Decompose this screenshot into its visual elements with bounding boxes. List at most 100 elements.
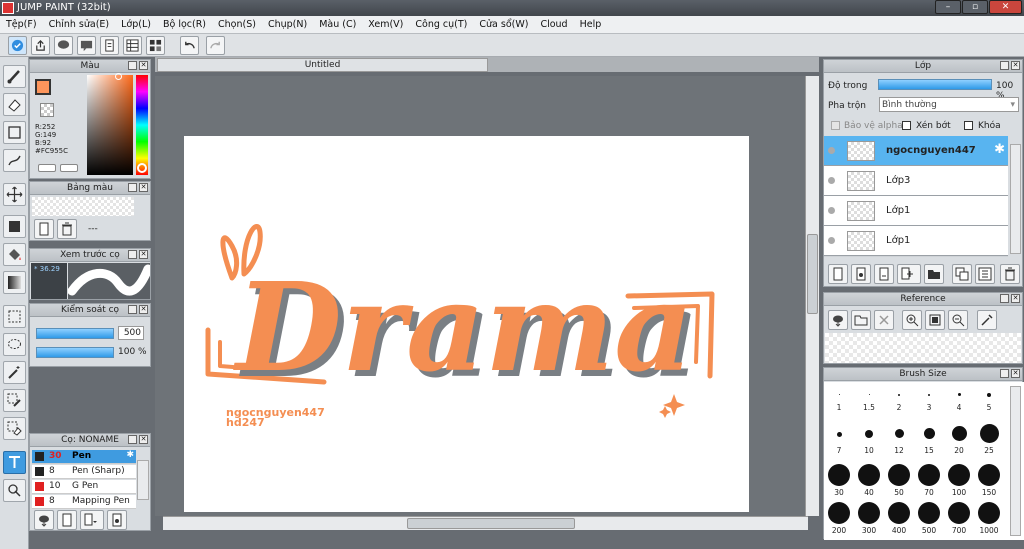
saturation-value-picker[interactable] xyxy=(87,75,133,175)
panel-close-icon[interactable]: ✕ xyxy=(1011,61,1020,70)
move-tool[interactable] xyxy=(3,183,26,206)
canvas-page[interactable]: Drama Drama ngocnguyen447 hd247 xyxy=(184,136,749,512)
cloud-sync-button[interactable] xyxy=(8,36,27,55)
dock-icon[interactable] xyxy=(1000,369,1009,378)
eyedropper-button[interactable] xyxy=(977,310,997,330)
brush-size-cell[interactable]: 400 xyxy=(887,502,911,535)
vertical-scroll-thumb[interactable] xyxy=(807,234,818,314)
brush-tool[interactable] xyxy=(3,65,26,88)
color-mode-button[interactable] xyxy=(38,164,56,172)
gear-icon[interactable]: ✱ xyxy=(994,142,1005,157)
dock-icon[interactable] xyxy=(128,61,137,70)
menu-file[interactable]: Tệp(F) xyxy=(6,19,37,30)
select-pen-tool[interactable] xyxy=(3,389,26,412)
horizontal-scrollbar[interactable] xyxy=(163,516,808,530)
brush-size-cell[interactable]: 3 xyxy=(917,394,941,412)
brush-size-cell[interactable]: 150 xyxy=(977,464,1001,497)
brush-size-cell[interactable]: 7 xyxy=(827,432,851,455)
brush-size-cell[interactable]: 15 xyxy=(917,428,941,455)
brush-cloud-button[interactable] xyxy=(34,510,54,530)
layout-button[interactable] xyxy=(146,36,165,55)
dock-icon[interactable] xyxy=(128,435,137,444)
new-8bit-layer-button[interactable] xyxy=(851,264,871,284)
visibility-icon[interactable] xyxy=(828,207,835,214)
menu-tools[interactable]: Công cụ(T) xyxy=(415,19,467,30)
new-brush-button[interactable] xyxy=(57,510,77,530)
panel-close-icon[interactable]: ✕ xyxy=(139,305,148,314)
brush-size-cell[interactable]: 300 xyxy=(857,502,881,535)
vertical-scrollbar[interactable] xyxy=(805,76,819,516)
open-reference-button[interactable] xyxy=(851,310,871,330)
brush-size-cell[interactable]: 500 xyxy=(917,502,941,535)
brush-size-slider[interactable] xyxy=(36,328,114,339)
menu-view[interactable]: Xem(V) xyxy=(368,19,403,30)
menu-edit[interactable]: Chỉnh sửa(E) xyxy=(49,19,110,30)
blend-mode-select[interactable]: Bình thường ▾ xyxy=(879,97,1019,112)
brush-size-cell[interactable]: 200 xyxy=(827,502,851,535)
select-eraser-tool[interactable] xyxy=(3,417,26,440)
close-reference-button[interactable] xyxy=(874,310,894,330)
visibility-icon[interactable] xyxy=(828,147,835,154)
layer-row[interactable]: Lớp3 xyxy=(824,166,1008,196)
layer-row[interactable]: Lớp1 xyxy=(824,196,1008,226)
delete-palette-button[interactable] xyxy=(57,219,77,239)
brush-list-scrollbar[interactable] xyxy=(137,460,149,500)
brush-size-field[interactable]: 500 xyxy=(118,326,144,340)
dock-icon[interactable] xyxy=(128,305,137,314)
rectangle-tool[interactable] xyxy=(3,121,26,144)
color-mode-button-2[interactable] xyxy=(60,164,78,172)
minimize-button[interactable]: – xyxy=(935,0,961,14)
panel-close-icon[interactable]: ✕ xyxy=(1011,294,1020,303)
brush-size-cell[interactable]: 2 xyxy=(887,394,911,412)
brush-opacity-slider[interactable] xyxy=(36,347,114,358)
reference-image-area[interactable] xyxy=(825,333,1021,363)
brush-size-cell[interactable]: 1000 xyxy=(977,502,1001,535)
dock-icon[interactable] xyxy=(1000,61,1009,70)
color-picker-cursor[interactable] xyxy=(115,73,122,80)
visibility-icon[interactable] xyxy=(828,237,835,244)
menu-capture[interactable]: Chụp(N) xyxy=(268,19,307,30)
zoom-out-button[interactable] xyxy=(948,310,968,330)
brush-size-cell[interactable]: 100 xyxy=(947,464,971,497)
gear-icon[interactable]: ✱ xyxy=(126,450,134,460)
share-button[interactable] xyxy=(31,36,50,55)
brush-settings-button[interactable] xyxy=(107,510,127,530)
brush-size-scrollbar[interactable] xyxy=(1010,386,1021,536)
brush-list-item[interactable]: 8 Mapping Pen xyxy=(32,495,136,509)
dock-icon[interactable] xyxy=(128,183,137,192)
message-button[interactable] xyxy=(77,36,96,55)
panel-close-icon[interactable]: ✕ xyxy=(139,250,148,259)
new-layer-button[interactable] xyxy=(828,264,848,284)
brush-list-item[interactable]: 30 Pen ✱ xyxy=(32,450,136,464)
dock-icon[interactable] xyxy=(1000,294,1009,303)
lock-checkbox[interactable] xyxy=(964,121,973,130)
horizontal-scroll-thumb[interactable] xyxy=(407,518,575,529)
close-button[interactable]: ✕ xyxy=(989,0,1022,14)
operation-tool[interactable] xyxy=(3,479,26,502)
brush-size-cell[interactable]: 700 xyxy=(947,502,971,535)
alpha-protect-checkbox[interactable] xyxy=(831,121,840,130)
lasso-tool[interactable] xyxy=(3,333,26,356)
brush-list-item[interactable]: 10 G Pen xyxy=(32,480,136,494)
layer-list-scrollbar[interactable] xyxy=(1010,144,1021,254)
line-tool[interactable] xyxy=(3,149,26,172)
brush-size-cell[interactable]: 70 xyxy=(917,464,941,497)
page-button[interactable] xyxy=(100,36,119,55)
menu-window[interactable]: Cửa sổ(W) xyxy=(479,19,528,30)
fill-rect-tool[interactable] xyxy=(3,215,26,238)
brush-size-cell[interactable]: 10 xyxy=(857,430,881,455)
menu-help[interactable]: Help xyxy=(580,19,602,30)
visibility-icon[interactable] xyxy=(828,177,835,184)
panel-close-icon[interactable]: ✕ xyxy=(139,183,148,192)
brush-size-cell[interactable]: 1 xyxy=(827,394,851,412)
canvas-viewport[interactable]: Drama Drama ngocnguyen447 hd247 xyxy=(155,76,805,516)
hue-slider-handle[interactable] xyxy=(137,163,147,173)
brush-size-cell[interactable]: 50 xyxy=(887,464,911,497)
foreground-color-swatch[interactable] xyxy=(35,79,51,95)
text-tool[interactable] xyxy=(3,451,26,474)
magic-wand-tool[interactable] xyxy=(3,361,26,384)
new-1bit-layer-button[interactable] xyxy=(874,264,894,284)
background-color-swatch[interactable] xyxy=(40,103,54,117)
document-tab[interactable]: Untitled xyxy=(157,58,488,72)
brush-menu-button[interactable] xyxy=(80,510,104,530)
